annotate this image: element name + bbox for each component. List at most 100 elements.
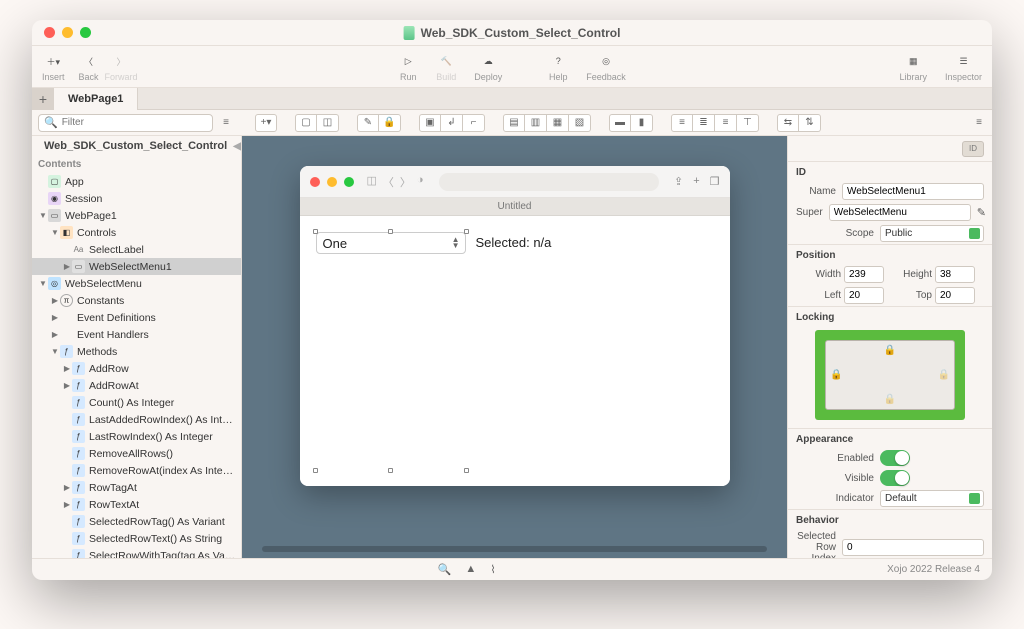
- tabs-icon: ❐: [710, 175, 720, 188]
- selected-control[interactable]: One ▲▼: [316, 232, 466, 470]
- lock-left-icon[interactable]: 🔒: [830, 370, 842, 381]
- name-field[interactable]: [842, 183, 984, 200]
- left-field[interactable]: [844, 287, 884, 304]
- order-front[interactable]: ▤: [503, 114, 525, 132]
- project-header[interactable]: Web_SDK_Custom_Select_Control ◀▶: [32, 136, 241, 156]
- close-icon[interactable]: [44, 27, 55, 38]
- insert-button[interactable]: ＋▾Insert: [42, 51, 65, 82]
- window-title: Web_SDK_Custom_Select_Control: [404, 26, 621, 40]
- canvas-scrollbar[interactable]: [262, 546, 767, 552]
- order-backward[interactable]: ▦: [547, 114, 569, 132]
- version-label: Xojo 2022 Release 4: [887, 564, 992, 575]
- tree-item-constants[interactable]: ▶πConstants: [32, 292, 241, 309]
- tabs-bar: + WebPage1: [32, 88, 992, 110]
- tree-item-count[interactable]: ƒCount() As Integer: [32, 394, 241, 411]
- inspector-button[interactable]: ☰Inspector: [945, 51, 982, 82]
- layout-mode-1[interactable]: ▢: [295, 114, 317, 132]
- tree-item-removerowat[interactable]: ƒRemoveRowAt(index As Integer): [32, 462, 241, 479]
- new-tab-button[interactable]: +: [32, 88, 54, 110]
- selected-label[interactable]: Selected: n/a: [476, 232, 552, 470]
- inspector-position-section: Position Width Height Left Top: [788, 245, 992, 307]
- width-field[interactable]: [844, 266, 884, 283]
- scope-dropdown[interactable]: Public: [880, 225, 984, 242]
- tree-item-selectlabel[interactable]: AaSelectLabel: [32, 241, 241, 258]
- locking-diagram[interactable]: 🔒 🔒 🔒 🔒: [815, 330, 965, 420]
- tree-item-lastadded[interactable]: ƒLastAddedRowIndex() As Integer: [32, 411, 241, 428]
- layout-canvas[interactable]: ◫ 〈 〉 ◑ ⇪ + ❐ Untitled: [242, 136, 787, 558]
- filter-input[interactable]: 🔍: [38, 114, 213, 132]
- tree-item-selrowtext[interactable]: ƒSelectedRowText() As String: [32, 530, 241, 547]
- document-icon: [404, 26, 415, 40]
- minimize-icon[interactable]: [62, 27, 73, 38]
- lock-tool-icon[interactable]: 🔒: [379, 114, 401, 132]
- tree-item-app[interactable]: ▢App: [32, 173, 241, 190]
- order-forward[interactable]: ▥: [525, 114, 547, 132]
- super-field[interactable]: [829, 204, 971, 221]
- group-tool-2[interactable]: ↲: [441, 114, 463, 132]
- lock-right-icon[interactable]: 🔒: [938, 370, 950, 381]
- inspector-sidebar-toggle[interactable]: ≡: [972, 114, 986, 132]
- rss-icon[interactable]: ⌇: [490, 563, 495, 576]
- height-field[interactable]: [935, 266, 975, 283]
- preview-body[interactable]: One ▲▼ Selected: n/a: [300, 216, 730, 486]
- warnings-icon[interactable]: ▲: [465, 563, 476, 576]
- tab-webpage1[interactable]: WebPage1: [54, 88, 138, 110]
- layout-mode-2[interactable]: ◫: [317, 114, 339, 132]
- nav-back-icon[interactable]: ◀: [233, 141, 241, 152]
- tree-item-session[interactable]: ◉Session: [32, 190, 241, 207]
- group-tool-1[interactable]: ▣: [419, 114, 441, 132]
- lock-bottom-icon[interactable]: 🔒: [884, 394, 896, 405]
- tree-item-removeall[interactable]: ƒRemoveAllRows(): [32, 445, 241, 462]
- app-window: Web_SDK_Custom_Select_Control ＋▾Insert 〈…: [32, 20, 992, 580]
- tree-item-webselectmenu1[interactable]: ▶▭WebSelectMenu1: [32, 258, 241, 275]
- tree-item-rowtextat[interactable]: ▶ƒRowTextAt: [32, 496, 241, 513]
- enabled-toggle[interactable]: [880, 450, 910, 466]
- edit-super-icon[interactable]: ✎: [977, 206, 986, 219]
- lock-top-icon[interactable]: 🔒: [884, 345, 896, 356]
- updown-icon: ▲▼: [452, 237, 460, 249]
- web-select-menu[interactable]: One ▲▼: [316, 232, 466, 254]
- id-badge-icon[interactable]: ID: [962, 141, 984, 157]
- distribute-v[interactable]: ⇅: [799, 114, 821, 132]
- feedback-button[interactable]: ◎Feedback: [586, 51, 626, 82]
- align-right[interactable]: ≡: [715, 114, 737, 132]
- deploy-button[interactable]: ☁Deploy: [474, 51, 502, 82]
- preview-close-icon: [310, 177, 320, 187]
- help-button[interactable]: ?Help: [548, 51, 568, 82]
- visible-toggle[interactable]: [880, 470, 910, 486]
- tree-item-controls[interactable]: ▼◧Controls: [32, 224, 241, 241]
- sidebar-toggle-icon[interactable]: ≡: [219, 114, 233, 132]
- group-tool-3[interactable]: ⌐: [463, 114, 485, 132]
- main-toolbar: ＋▾Insert 〈Back 〉Forward ▷Run 🔨Build ☁Dep…: [32, 46, 992, 88]
- back-button[interactable]: 〈Back: [79, 51, 99, 82]
- forward-icon: 〉: [400, 174, 411, 190]
- tree-item-addrow[interactable]: ▶ƒAddRow: [32, 360, 241, 377]
- status-bar: 🔍 ▲ ⌇ Xojo 2022 Release 4: [32, 558, 992, 580]
- tree-item-eventdefs[interactable]: ▶Event Definitions: [32, 309, 241, 326]
- tree-item-rowtagat[interactable]: ▶ƒRowTagAt: [32, 479, 241, 496]
- indicator-dropdown[interactable]: Default: [880, 490, 984, 507]
- tree-item-webselectmenu[interactable]: ▼◎WebSelectMenu: [32, 275, 241, 292]
- tree-item-methods[interactable]: ▼ƒMethods: [32, 343, 241, 360]
- top-field[interactable]: [935, 287, 975, 304]
- tree-item-webpage1[interactable]: ▼▭WebPage1: [32, 207, 241, 224]
- zoom-icon[interactable]: [80, 27, 91, 38]
- tree-item-addrowat[interactable]: ▶ƒAddRowAt: [32, 377, 241, 394]
- search-status-icon[interactable]: 🔍: [438, 563, 452, 576]
- add-item-button[interactable]: +▾: [255, 114, 277, 132]
- order-back[interactable]: ▧: [569, 114, 591, 132]
- edit-tool-icon[interactable]: ✎: [357, 114, 379, 132]
- fill-tool-1[interactable]: ▬: [609, 114, 631, 132]
- tree-item-eventhandlers[interactable]: ▶Event Handlers: [32, 326, 241, 343]
- fill-tool-2[interactable]: ▮: [631, 114, 653, 132]
- tree-item-selrowtag[interactable]: ƒSelectedRowTag() As Variant: [32, 513, 241, 530]
- tree-item-selwithtag[interactable]: ƒSelectRowWithTag(tag As Variant): [32, 547, 241, 558]
- align-left[interactable]: ≡: [671, 114, 693, 132]
- run-button[interactable]: ▷Run: [398, 51, 418, 82]
- distribute-h[interactable]: ⇆: [777, 114, 799, 132]
- tree-item-lastrow[interactable]: ƒLastRowIndex() As Integer: [32, 428, 241, 445]
- selected-row-index-field[interactable]: [842, 539, 984, 556]
- library-button[interactable]: ▦Library: [899, 51, 927, 82]
- align-center-h[interactable]: ≣: [693, 114, 715, 132]
- align-top[interactable]: ⊤: [737, 114, 759, 132]
